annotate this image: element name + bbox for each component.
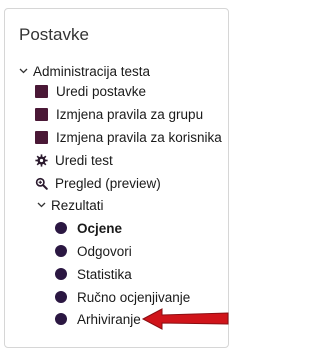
section-label: Administracija testa (33, 63, 151, 79)
bullet-icon (55, 268, 67, 280)
item-izmjena-pravila-korisnik[interactable]: Izmjena pravila za korisnika (35, 127, 222, 147)
bullet-icon (55, 245, 67, 257)
item-label[interactable]: Odgovori (77, 244, 132, 259)
result-odgovori[interactable]: Odgovori (55, 241, 132, 261)
item-uredi-test[interactable]: Uredi test (34, 150, 113, 170)
item-label[interactable]: Uredi test (55, 153, 113, 168)
block-title: Postavke (19, 25, 89, 44)
red-arrow-icon (141, 308, 229, 330)
item-label[interactable]: Ručno ocjenjivanje (77, 290, 190, 305)
item-pregled[interactable]: Pregled (preview) (34, 173, 161, 193)
square-icon (35, 84, 48, 98)
item-label[interactable]: Pregled (preview) (55, 176, 161, 191)
item-label[interactable]: Arhiviranje (77, 312, 141, 327)
subsection-label: Rezultati (51, 197, 104, 213)
item-uredi-postavke[interactable]: Uredi postavke (35, 81, 146, 101)
result-arhiviranje[interactable]: Arhiviranje (55, 309, 141, 329)
magnifier-icon (34, 176, 48, 190)
result-rucno-ocjenjivanje[interactable]: Ručno ocjenjivanje (55, 287, 190, 307)
section-administracija-testa[interactable]: Administracija testa (18, 61, 150, 81)
bullet-icon (55, 313, 67, 325)
item-label[interactable]: Izmjena pravila za korisnika (56, 130, 222, 145)
subsection-rezultati[interactable]: Rezultati (36, 195, 104, 215)
square-icon (35, 130, 48, 144)
item-label[interactable]: Uredi postavke (56, 84, 146, 99)
bullet-icon (55, 222, 67, 234)
chevron-down-icon (36, 195, 47, 215)
square-icon (35, 107, 48, 121)
gear-icon (34, 153, 48, 167)
chevron-down-icon (18, 61, 29, 81)
item-label[interactable]: Ocjene (77, 221, 122, 236)
item-label[interactable]: Statistika (77, 267, 132, 282)
item-label[interactable]: Izmjena pravila za grupu (56, 107, 203, 122)
item-izmjena-pravila-grupa[interactable]: Izmjena pravila za grupu (35, 104, 203, 124)
result-statistika[interactable]: Statistika (55, 264, 132, 284)
result-ocjene[interactable]: Ocjene (55, 218, 122, 238)
bullet-icon (55, 291, 67, 303)
